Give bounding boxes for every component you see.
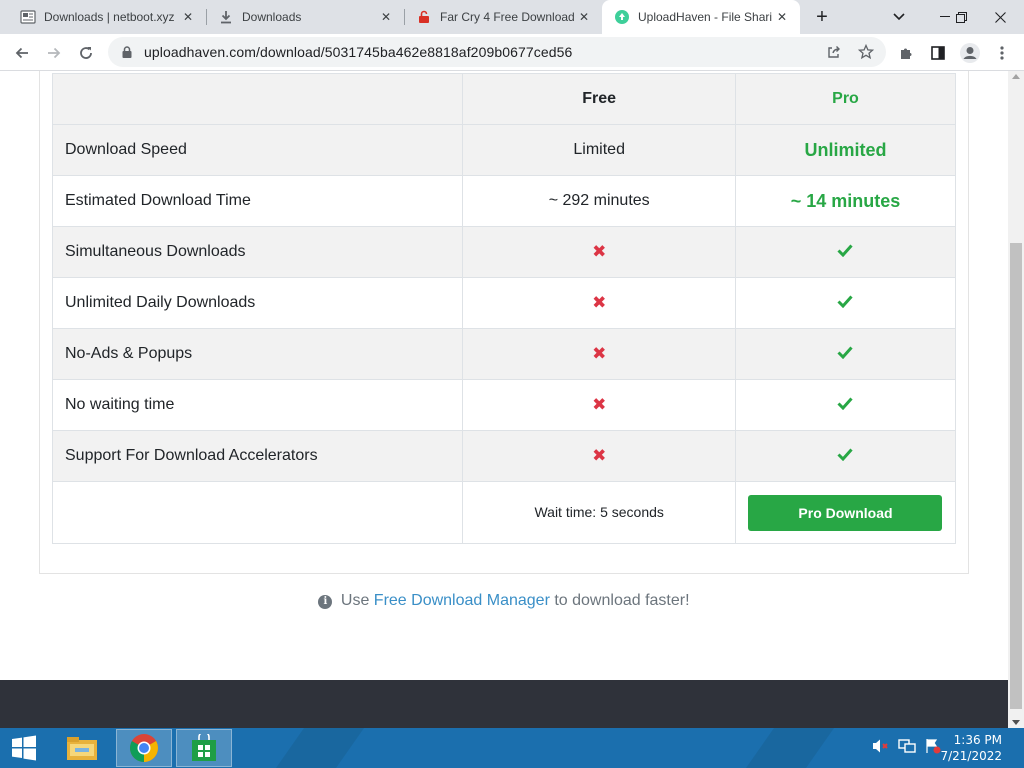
address-bar[interactable]: uploadhaven.com/download/5031745ba462e88… <box>108 37 886 67</box>
tab-label: Downloads <box>242 10 302 24</box>
free-value: ~ 292 minutes <box>462 175 736 227</box>
scroll-up-arrow-icon[interactable] <box>1012 74 1020 79</box>
menu-kebab-icon[interactable] <box>988 39 1016 67</box>
profile-avatar-icon[interactable] <box>956 39 984 67</box>
network-icon[interactable] <box>898 738 916 759</box>
header-free: Free <box>462 73 736 125</box>
bookmark-star-icon[interactable] <box>858 44 874 60</box>
uploadhaven-favicon-icon <box>614 9 630 25</box>
cross-icon: ✖ <box>592 344 607 363</box>
side-panel-icon[interactable] <box>924 39 952 67</box>
cross-icon: ✖ <box>592 293 607 312</box>
check-icon <box>837 294 854 308</box>
system-tray <box>872 728 942 768</box>
tab-farcry[interactable]: Far Cry 4 Free Download ✕ <box>396 0 602 34</box>
url-text: uploadhaven.com/download/5031745ba462e88… <box>144 44 573 60</box>
info-icon: i <box>318 595 333 609</box>
clock-date: 7/21/2022 <box>940 749 1002 763</box>
feature-label: Simultaneous Downloads <box>51 226 464 278</box>
tab-downloads[interactable]: Downloads ✕ <box>198 0 404 34</box>
feature-label: No waiting time <box>51 379 464 431</box>
free-download-manager-link[interactable]: Free Download Manager <box>374 592 550 609</box>
plan-comparison-table: Free Pro Download Speed Limited Unlimite… <box>51 73 957 544</box>
restore-icon[interactable] <box>944 0 978 34</box>
clock-time: 1:36 PM <box>953 733 1002 747</box>
close-icon[interactable]: ✕ <box>576 9 592 25</box>
table-header-row: Free Pro <box>51 73 957 125</box>
windows-taskbar: 1:36 PM 7/21/2022 <box>0 728 1024 768</box>
page-viewport: Free Pro Download Speed Limited Unlimite… <box>0 71 1008 728</box>
taskbar-clock[interactable]: 1:36 PM 7/21/2022 <box>940 732 1002 764</box>
chrome-taskbar-icon[interactable] <box>116 729 172 767</box>
cross-icon: ✖ <box>592 446 607 465</box>
start-windows-icon[interactable] <box>0 729 48 767</box>
tab-label: Downloads | netboot.xyz <box>44 10 175 24</box>
back-arrow-icon[interactable] <box>8 39 36 67</box>
new-tab-plus-icon[interactable]: + <box>810 5 834 29</box>
share-icon[interactable] <box>826 44 842 60</box>
tab-search-chevron-icon[interactable] <box>882 0 916 34</box>
pro-value: ~ 14 minutes <box>790 190 901 211</box>
scrollbar-thumb[interactable] <box>1010 243 1022 709</box>
table-row: Estimated Download Time ~ 292 minutes ~ … <box>51 175 957 227</box>
pro-value: Unlimited <box>804 139 887 160</box>
feature-label: Unlimited Daily Downloads <box>51 277 464 329</box>
close-icon[interactable]: ✕ <box>378 9 394 25</box>
table-row: Support For Download Accelerators ✖ <box>51 430 957 482</box>
header-pro: Pro <box>734 73 957 125</box>
tab-label: UploadHaven - File Shari <box>638 10 773 24</box>
table-row: No waiting time ✖ <box>51 379 957 431</box>
action-center-flag-icon[interactable] <box>924 738 942 759</box>
page-footer <box>0 680 1008 728</box>
page-scrollbar[interactable] <box>1008 71 1024 728</box>
hint-prefix: Use <box>340 592 370 609</box>
table-row: Unlimited Daily Downloads ✖ <box>51 277 957 329</box>
store-taskbar-icon[interactable] <box>176 729 232 767</box>
free-value: Limited <box>462 124 736 176</box>
window-close-icon[interactable] <box>976 0 1024 34</box>
feature-label: Download Speed <box>51 124 464 176</box>
unlock-icon <box>416 9 432 25</box>
tab-strip: Downloads | netboot.xyz ✕ Downloads ✕ Fa… <box>0 0 1024 34</box>
feature-label: Estimated Download Time <box>51 175 464 227</box>
table-action-row: Wait time: 5 seconds Pro Download <box>51 481 957 544</box>
cross-icon: ✖ <box>592 395 607 414</box>
scroll-down-arrow-icon[interactable] <box>1012 720 1020 725</box>
browser-toolbar: uploadhaven.com/download/5031745ba462e88… <box>0 34 1024 71</box>
reload-icon[interactable] <box>72 39 100 67</box>
close-icon[interactable]: ✕ <box>180 9 196 25</box>
table-row: Download Speed Limited Unlimited <box>51 124 957 176</box>
feature-label: Support For Download Accelerators <box>51 430 464 482</box>
check-icon <box>837 447 854 461</box>
download-manager-hint: i Use Free Download Manager to download … <box>0 592 1008 610</box>
close-icon[interactable]: ✕ <box>774 9 790 25</box>
pro-download-button[interactable]: Pro Download <box>748 494 943 531</box>
table-row: Simultaneous Downloads ✖ <box>51 226 957 278</box>
netboot-favicon-icon <box>20 9 36 25</box>
header-empty-cell <box>51 73 464 125</box>
file-explorer-icon[interactable] <box>54 729 110 767</box>
check-icon <box>837 243 854 257</box>
volume-muted-icon[interactable] <box>872 738 890 759</box>
check-icon <box>837 396 854 410</box>
taskbar-decoration <box>268 728 372 768</box>
extensions-puzzle-icon[interactable] <box>892 39 920 67</box>
wait-time-text: Wait time: 5 seconds <box>534 503 664 520</box>
check-icon <box>837 345 854 359</box>
download-icon <box>218 9 234 25</box>
forward-arrow-icon[interactable] <box>40 39 68 67</box>
tab-uploadhaven[interactable]: UploadHaven - File Shari ✕ <box>602 0 800 34</box>
lock-icon <box>122 46 132 58</box>
feature-label: No-Ads & Popups <box>51 328 464 380</box>
cross-icon: ✖ <box>592 242 607 261</box>
action-empty-cell <box>51 481 464 544</box>
table-row: No-Ads & Popups ✖ <box>51 328 957 380</box>
hint-suffix: to download faster! <box>554 592 690 609</box>
taskbar-decoration <box>738 728 842 768</box>
tab-netboot[interactable]: Downloads | netboot.xyz ✕ <box>0 0 206 34</box>
tab-label: Far Cry 4 Free Download <box>440 10 575 24</box>
